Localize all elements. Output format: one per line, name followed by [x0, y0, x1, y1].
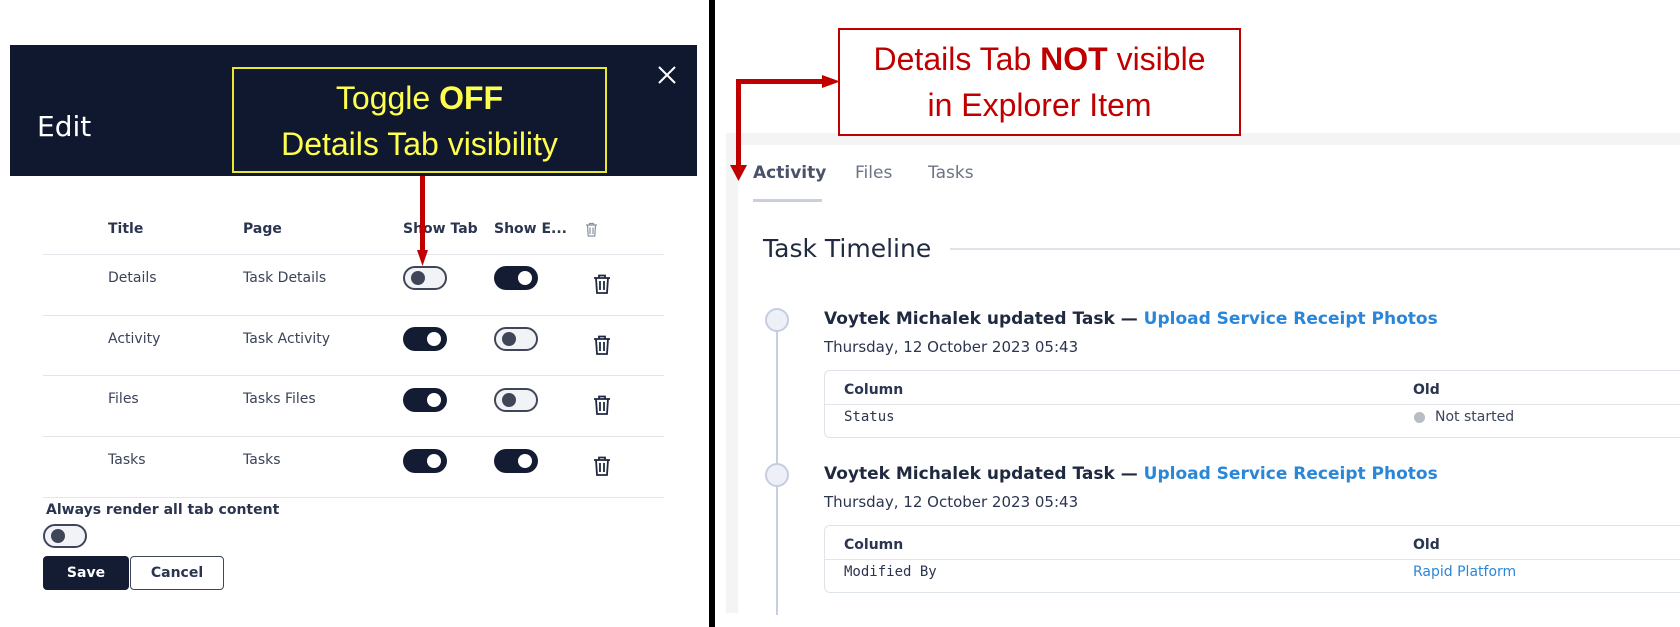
col-header-show-e: Show E... [494, 221, 567, 237]
timeline-title-rule [950, 248, 1680, 250]
annotation-line1-bold: NOT [1040, 41, 1108, 77]
panel-divider [709, 0, 715, 627]
change-old-value-link[interactable]: Rapid Platform [1413, 564, 1516, 580]
toggle-details-show-e[interactable] [494, 266, 538, 290]
row-divider [43, 497, 664, 498]
annotation-line1-suffix: visible [1107, 41, 1206, 77]
row-tasks-page: Tasks [243, 452, 281, 468]
annotation-line2: Details Tab visibility [281, 126, 558, 162]
change-table: Column Old Modified By Rapid Platform [824, 525, 1680, 593]
change-col-header: Column [844, 382, 904, 398]
toggle-details-show-tab[interactable] [403, 266, 447, 290]
annotation-details-not-visible: Details Tab NOT visible in Explorer Item [838, 28, 1241, 136]
annotation-arrow-down [417, 176, 428, 266]
toggle-knob [518, 454, 532, 468]
change-column-value: Modified By [844, 564, 937, 580]
toggle-knob [427, 332, 441, 346]
row-divider [43, 375, 664, 376]
timeline-dot [765, 463, 789, 487]
timeline-title: Task Timeline [763, 234, 932, 263]
toggle-tasks-show-tab[interactable] [403, 449, 447, 473]
annotation-line1-prefix: Toggle [335, 80, 440, 116]
always-render-label: Always render all tab content [46, 502, 280, 518]
timeline-entry-heading: Voytek Michalek updated Task — Upload Se… [824, 464, 1438, 484]
row-files-title: Files [108, 391, 139, 407]
row-divider [43, 315, 664, 316]
toggle-knob [502, 332, 516, 346]
change-table-divider [825, 559, 1680, 560]
change-col-header: Column [844, 537, 904, 553]
change-old-header: Old [1413, 382, 1440, 398]
always-render-toggle[interactable] [43, 524, 87, 548]
trash-icon[interactable] [593, 274, 611, 294]
toggle-files-show-tab[interactable] [403, 388, 447, 412]
timeline-dot [765, 308, 789, 332]
toggle-knob [502, 393, 516, 407]
toggle-knob [427, 454, 441, 468]
change-column-value: Status [844, 409, 895, 425]
tab-tasks[interactable]: Tasks [928, 163, 974, 183]
toggle-knob [427, 393, 441, 407]
col-header-title: Title [108, 221, 144, 237]
status-dot-icon [1414, 412, 1425, 423]
col-header-show-tab: Show Tab [403, 221, 478, 237]
annotation-line2: in Explorer Item [927, 87, 1152, 123]
row-activity-page: Task Activity [243, 331, 331, 347]
cancel-button[interactable]: Cancel [130, 556, 224, 590]
change-table: Column Old Status Not started [824, 370, 1680, 438]
toggle-files-show-e[interactable] [494, 388, 538, 412]
row-divider [43, 436, 664, 437]
dialog-title: Edit [37, 110, 92, 143]
change-old-header: Old [1413, 537, 1440, 553]
toggle-knob [411, 271, 425, 285]
annotation-line1-bold: OFF [439, 80, 504, 116]
entry-actor-text: Voytek Michalek updated Task — [824, 309, 1144, 329]
annotation-line1-prefix: Details Tab [873, 41, 1041, 77]
col-header-page: Page [243, 221, 282, 237]
row-tasks-title: Tasks [108, 452, 146, 468]
change-table-divider [825, 404, 1680, 405]
toggle-activity-show-e[interactable] [494, 327, 538, 351]
save-button[interactable]: Save [43, 556, 129, 590]
toggle-tasks-show-e[interactable] [494, 449, 538, 473]
row-activity-title: Activity [108, 331, 161, 347]
task-link[interactable]: Upload Service Receipt Photos [1144, 464, 1438, 484]
active-tab-indicator [753, 199, 822, 202]
toggle-activity-show-tab[interactable] [403, 327, 447, 351]
delete-all-icon[interactable] [585, 222, 598, 237]
row-divider [43, 254, 664, 255]
row-details-title: Details [108, 270, 157, 286]
row-details-page: Task Details [243, 270, 327, 286]
entry-actor-text: Voytek Michalek updated Task — [824, 464, 1144, 484]
annotation-toggle-off: Toggle OFF Details Tab visibility [232, 67, 607, 173]
tab-files[interactable]: Files [855, 163, 892, 183]
change-old-value: Not started [1435, 409, 1515, 425]
timeline-entry-heading: Voytek Michalek updated Task — Upload Se… [824, 309, 1438, 329]
tab-activity[interactable]: Activity [753, 163, 826, 183]
task-link[interactable]: Upload Service Receipt Photos [1144, 309, 1438, 329]
toggle-knob [518, 271, 532, 285]
trash-icon[interactable] [593, 335, 611, 355]
toggle-knob [51, 529, 65, 543]
close-icon[interactable] [656, 64, 678, 86]
entry-date: Thursday, 12 October 2023 05:43 [824, 493, 1079, 511]
row-files-page: Tasks Files [243, 391, 316, 407]
trash-icon[interactable] [593, 456, 611, 476]
trash-icon[interactable] [593, 395, 611, 415]
entry-date: Thursday, 12 October 2023 05:43 [824, 338, 1079, 356]
